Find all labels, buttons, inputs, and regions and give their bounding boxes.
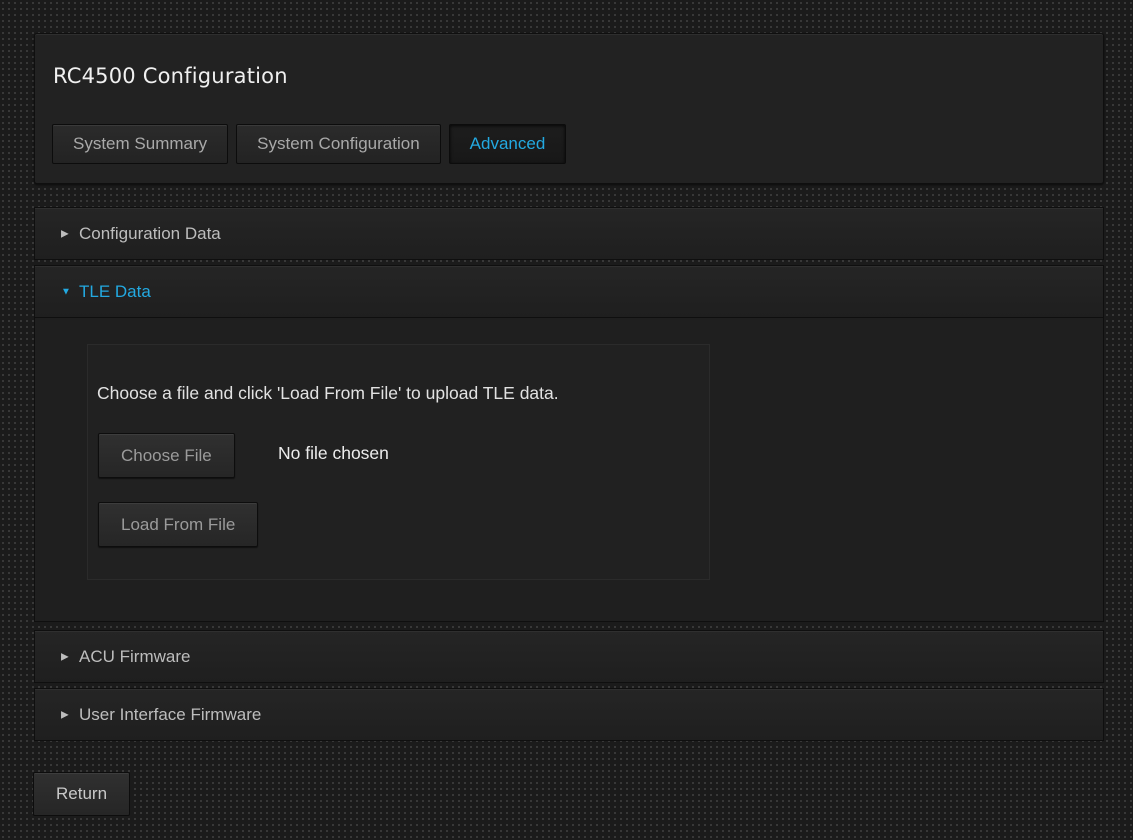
load-from-file-button[interactable]: Load From File xyxy=(98,502,259,547)
caret-right-icon: ▶ xyxy=(61,651,69,662)
return-button[interactable]: Return xyxy=(33,772,131,816)
section-acu-firmware-header[interactable]: ▶ ACU Firmware xyxy=(34,630,1104,683)
header-panel: RC4500 Configuration System Summary Syst… xyxy=(34,33,1104,184)
section-label: TLE Data xyxy=(79,281,151,301)
section-configuration-data-header[interactable]: ▶ Configuration Data xyxy=(34,207,1104,260)
tle-upload-box: Choose a file and click 'Load From File'… xyxy=(87,344,710,580)
tab-system-summary[interactable]: System Summary xyxy=(52,124,229,164)
section-label: Configuration Data xyxy=(79,223,221,243)
choose-file-button[interactable]: Choose File xyxy=(98,433,235,478)
section-user-interface-firmware-header[interactable]: ▶ User Interface Firmware xyxy=(34,688,1104,741)
tab-system-configuration[interactable]: System Configuration xyxy=(236,124,441,164)
caret-right-icon: ▶ xyxy=(61,709,69,720)
page-title: RC4500 Configuration xyxy=(53,64,288,88)
caret-down-icon: ▼ xyxy=(61,286,71,297)
section-label: User Interface Firmware xyxy=(79,704,262,724)
upload-instructions: Choose a file and click 'Load From File'… xyxy=(97,383,559,403)
file-status-text: No file chosen xyxy=(278,443,389,463)
section-tle-data-body: Choose a file and click 'Load From File'… xyxy=(34,318,1104,622)
tab-bar: System Summary System Configuration Adva… xyxy=(52,124,567,164)
tab-advanced[interactable]: Advanced xyxy=(448,124,567,164)
section-tle-data-header[interactable]: ▼ TLE Data xyxy=(34,265,1104,318)
section-label: ACU Firmware xyxy=(79,646,191,666)
caret-right-icon: ▶ xyxy=(61,228,69,239)
